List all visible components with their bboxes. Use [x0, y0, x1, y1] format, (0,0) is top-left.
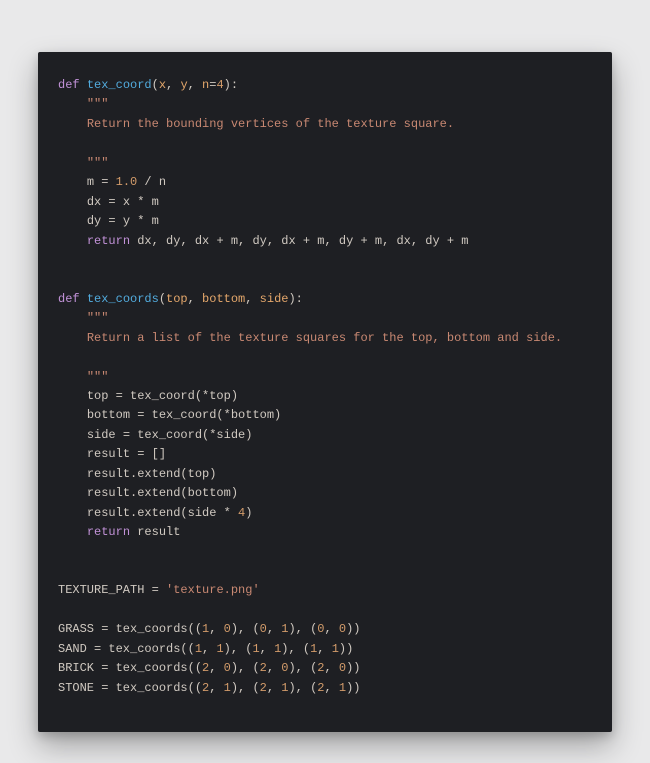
code-line: result.extend(top): [87, 467, 217, 481]
sep: ), (: [224, 642, 253, 656]
sep: ,: [324, 622, 338, 636]
sep: ,: [209, 681, 223, 695]
num: 1: [195, 642, 202, 656]
sep: ), (: [231, 681, 260, 695]
sep: ,: [324, 661, 338, 675]
fn-name: tex_coord: [87, 78, 152, 92]
docstring-close: """: [87, 156, 109, 170]
code-line: top = tex_coord(*top): [87, 389, 238, 403]
comma: ,: [166, 78, 180, 92]
code-line: result: [130, 525, 180, 539]
num: 1.0: [116, 175, 138, 189]
end: )): [346, 661, 360, 675]
param-bottom: bottom: [202, 292, 245, 306]
param-top: top: [166, 292, 188, 306]
kw-def: def: [58, 78, 80, 92]
paren-close: ):: [288, 292, 302, 306]
sep: ,: [267, 622, 281, 636]
grass-lhs: GRASS = tex_coords((: [58, 622, 202, 636]
num: 0: [339, 622, 346, 636]
param-y: y: [180, 78, 187, 92]
end: )): [346, 681, 360, 695]
sep: ,: [324, 681, 338, 695]
sep: ), (: [231, 622, 260, 636]
param-side: side: [260, 292, 289, 306]
kw-return: return: [87, 525, 130, 539]
brick-lhs: BRICK = tex_coords((: [58, 661, 202, 675]
num: 1: [332, 642, 339, 656]
sep: ), (: [288, 622, 317, 636]
stone-lhs: STONE = tex_coords((: [58, 681, 202, 695]
param-x: x: [159, 78, 166, 92]
sep: ,: [209, 661, 223, 675]
texture-path-lhs: TEXTURE_PATH =: [58, 583, 166, 597]
docstring-text: Return a list of the texture squares for…: [87, 331, 562, 345]
paren: (: [152, 78, 159, 92]
sep: ), (: [231, 661, 260, 675]
kw-def: def: [58, 292, 80, 306]
code-line: result.extend(bottom): [87, 486, 238, 500]
num: 0: [339, 661, 346, 675]
num: 0: [260, 622, 267, 636]
num: 2: [260, 661, 267, 675]
code-line: result = []: [87, 447, 166, 461]
num: 1: [224, 681, 231, 695]
code-line: dx, dy, dx + m, dy, dx + m, dy + m, dx, …: [130, 234, 468, 248]
code-line: dy = y * m: [87, 214, 159, 228]
code-card: def tex_coord(x, y, n=4): """ Return the…: [38, 52, 612, 732]
comma: ,: [245, 292, 259, 306]
sep: ,: [267, 681, 281, 695]
sep: ,: [267, 661, 281, 675]
sand-lhs: SAND = tex_coords((: [58, 642, 195, 656]
docstring-close: """: [87, 370, 109, 384]
sep: ,: [209, 622, 223, 636]
code-line: m =: [87, 175, 116, 189]
end: )): [346, 622, 360, 636]
comma: ,: [188, 78, 202, 92]
docstring-text: Return the bounding vertices of the text…: [87, 117, 454, 131]
sep: ), (: [281, 642, 310, 656]
num-4: 4: [216, 78, 223, 92]
docstring-open: """: [87, 97, 109, 111]
code-line: result.extend(side *: [87, 506, 238, 520]
texture-path-string: 'texture.png': [166, 583, 260, 597]
fn-name: tex_coords: [87, 292, 159, 306]
comma: ,: [188, 292, 202, 306]
num: 2: [260, 681, 267, 695]
num: 1: [339, 681, 346, 695]
sep: ,: [317, 642, 331, 656]
code-line: ): [245, 506, 252, 520]
code-block: def tex_coord(x, y, n=4): """ Return the…: [58, 76, 592, 698]
code-line: / n: [137, 175, 166, 189]
docstring-open: """: [87, 311, 109, 325]
sep: ,: [202, 642, 216, 656]
code-line: dx = x * m: [87, 195, 159, 209]
paren: (: [159, 292, 166, 306]
sep: ), (: [288, 681, 317, 695]
kw-return: return: [87, 234, 130, 248]
num: 1: [216, 642, 223, 656]
sep: ,: [260, 642, 274, 656]
code-line: side = tex_coord(*side): [87, 428, 253, 442]
sep: ), (: [288, 661, 317, 675]
code-line: bottom = tex_coord(*bottom): [87, 408, 281, 422]
end: )): [339, 642, 353, 656]
num: 1: [252, 642, 259, 656]
paren-close: ):: [224, 78, 238, 92]
num: 0: [224, 622, 231, 636]
num: 0: [224, 661, 231, 675]
